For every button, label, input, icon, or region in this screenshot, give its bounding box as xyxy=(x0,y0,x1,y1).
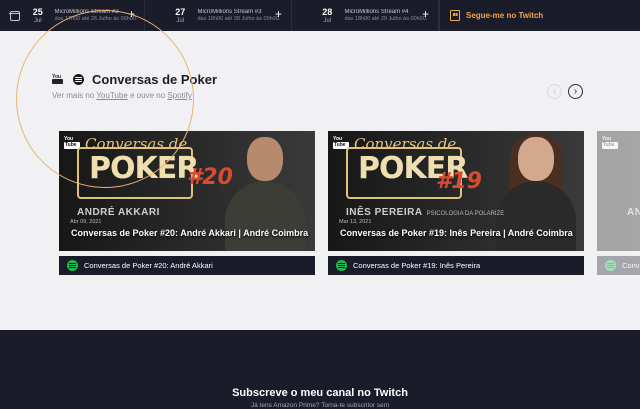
guest-name: ANDRÉ AKKARI xyxy=(77,207,160,218)
add-event-button[interactable]: + xyxy=(275,8,282,20)
subtitle-text: Ver mais no xyxy=(52,91,97,100)
guest-name: INÊS PEREIRA PSICOLOGIA DA POLARIZE xyxy=(346,207,505,218)
spotify-episode-label: Conversas de Poker #20: André Akkari xyxy=(84,261,213,270)
logo-poker-text: POKER xyxy=(89,151,199,186)
youtube-badge-icon: You Tube xyxy=(602,136,618,151)
episode-card[interactable]: You Tube ANI Conv xyxy=(597,131,640,275)
event-day: 25 xyxy=(32,6,43,17)
event-day: 28 xyxy=(322,6,333,17)
episode-date: Abr 09, 2021 xyxy=(70,219,102,225)
spotify-episode-link[interactable]: Conversas de Poker #20: André Akkari xyxy=(59,256,315,275)
twitch-subscribe-section: Subscreve o meu canal no Twitch Já tens … xyxy=(0,330,640,409)
add-event-button[interactable]: + xyxy=(422,8,429,20)
section-subtitle: Ver mais no YouTube e ouve no Spotify xyxy=(52,91,192,100)
episode-card[interactable]: You Tube Conversas de POKER #19 INÊS PER… xyxy=(328,131,584,275)
subscribe-subtitle: Já tens Amazon Prime? Torna-te subscrito… xyxy=(250,402,390,409)
spotify-episode-link[interactable]: Conversas de Poker #19: Inês Pereira xyxy=(328,256,584,275)
section-header: Conversas de Poker xyxy=(52,72,217,87)
video-thumbnail[interactable]: You Tube Conversas de POKER #19 INÊS PER… xyxy=(328,131,584,251)
subtitle-text: e ouve no xyxy=(127,91,168,100)
video-title[interactable]: Conversas de Poker #20: André Akkari | A… xyxy=(71,228,308,238)
spotify-icon xyxy=(73,74,84,85)
event-date: 25 Jul xyxy=(27,6,48,24)
episode-number: #20 xyxy=(187,165,233,190)
twitch-icon xyxy=(450,10,460,21)
add-event-button[interactable]: + xyxy=(128,8,135,20)
video-thumbnail[interactable]: You Tube Conversas de POKER #20 ANDRÉ AK… xyxy=(59,131,315,251)
spotify-episode-link[interactable]: Conv xyxy=(597,256,640,275)
carousel-next-button[interactable]: › xyxy=(568,84,583,99)
carousel-prev-button[interactable]: ‹ xyxy=(547,84,562,99)
youtube-link[interactable]: YouTube xyxy=(96,91,127,100)
spotify-icon xyxy=(605,260,616,271)
subscribe-title: Subscreve o meu canal no Twitch xyxy=(232,387,408,399)
spotify-icon xyxy=(67,260,78,271)
event-day: 27 xyxy=(175,6,186,17)
schedule-event[interactable]: 27 Jul MicroMillions Stream #3 das 16h00… xyxy=(145,0,292,31)
youtube-icon xyxy=(52,74,63,84)
spotify-episode-label: Conversas de Poker #19: Inês Pereira xyxy=(353,261,481,270)
calendar-icon[interactable] xyxy=(2,0,27,31)
episode-number: #19 xyxy=(436,169,482,194)
event-month: Jul xyxy=(176,17,185,24)
schedule-event[interactable]: 28 Jul MicroMillions Stream #4 das 18h00… xyxy=(292,0,439,31)
event-month: Jul xyxy=(33,17,42,24)
spotify-link[interactable]: Spotify xyxy=(167,91,191,100)
schedule-event[interactable]: 25 Jul MicroMillions Stream #2 das 17h00… xyxy=(0,0,145,31)
video-thumbnail[interactable]: You Tube ANI xyxy=(597,131,640,251)
episode-date: Mar 13, 2021 xyxy=(339,219,372,225)
video-title[interactable]: Conversas de Poker #19: Inês Pereira | A… xyxy=(340,228,573,238)
guest-name: ANI xyxy=(627,207,640,218)
section-title: Conversas de Poker xyxy=(92,72,218,87)
twitch-follow-label: Segue-me no Twitch xyxy=(466,11,544,20)
episode-card[interactable]: You Tube Conversas de POKER #20 ANDRÉ AK… xyxy=(59,131,315,275)
spotify-episode-label: Conv xyxy=(622,261,640,270)
event-date: 27 Jul xyxy=(169,6,191,24)
event-month: Jul xyxy=(323,17,332,24)
spotify-icon xyxy=(336,260,347,271)
guest-tag: PSICOLOGIA DA POLARIZE xyxy=(426,211,505,217)
schedule-bar: 25 Jul MicroMillions Stream #2 das 17h00… xyxy=(0,0,640,31)
twitch-follow-button[interactable]: Segue-me no Twitch xyxy=(439,0,640,31)
event-date: 28 Jul xyxy=(316,6,338,24)
